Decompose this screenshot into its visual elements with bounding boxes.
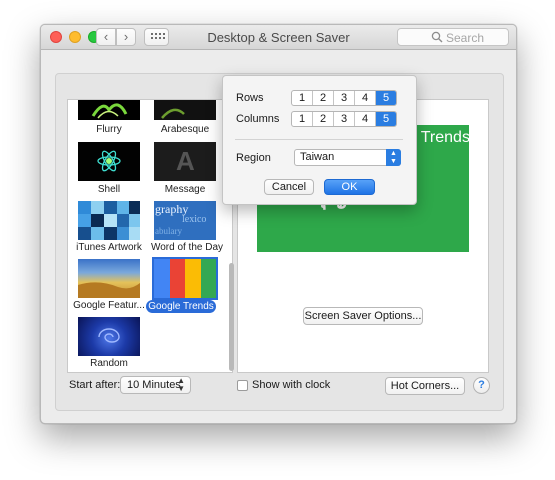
list-item-arabesque[interactable]: Arabesque	[144, 124, 226, 135]
rows-segmented-control[interactable]: 1 2 3 4 5	[291, 90, 397, 106]
list-item-word-of-the-day[interactable]: Word of the Day	[144, 242, 230, 253]
start-after-value: 10 Minutes	[127, 379, 181, 391]
rows-label: Rows	[236, 92, 264, 104]
updown-arrows-icon: ▲ ▼	[177, 376, 185, 393]
columns-option-2[interactable]: 2	[313, 112, 334, 126]
rows-option-5[interactable]: 5	[376, 91, 396, 105]
flurry-thumbnail[interactable]	[78, 100, 140, 120]
show-with-clock-label[interactable]: Show with clock	[252, 379, 330, 391]
word-thumb-line2: lexico	[182, 214, 207, 225]
rows-option-4[interactable]: 4	[355, 91, 376, 105]
shell-thumbnail[interactable]	[78, 142, 140, 181]
list-item-google-featured[interactable]: Google Featur...	[68, 300, 150, 311]
popover-divider	[235, 139, 403, 140]
screensaver-list[interactable]: Flurry Arabesque Shell A Message iTunes …	[67, 99, 233, 373]
screen-saver-options-button[interactable]: Screen Saver Options...	[303, 307, 423, 325]
list-item-google-trends[interactable]: Google Trends	[146, 300, 216, 313]
title-bar: ‹ › Desktop & Screen Saver Search	[41, 25, 516, 50]
columns-segmented-control[interactable]: 1 2 3 4 5	[291, 111, 397, 127]
list-scroll-thumb[interactable]	[229, 263, 234, 371]
options-popover: Rows 1 2 3 4 5 Columns 1 2 3 4 5 Region …	[222, 75, 417, 205]
list-item-message[interactable]: Message	[144, 184, 226, 195]
arabesque-thumbnail[interactable]	[154, 100, 216, 120]
show-with-clock-checkbox[interactable]	[237, 380, 248, 391]
search-field[interactable]: Search	[397, 28, 509, 46]
list-item-random[interactable]: Random	[68, 358, 150, 369]
ok-button[interactable]: OK	[324, 179, 375, 195]
itunes-artwork-thumbnail[interactable]	[78, 201, 140, 240]
google-featured-thumbnail[interactable]	[78, 259, 140, 298]
word-thumb-line3: abulary	[155, 226, 182, 236]
google-trends-thumbnail[interactable]	[152, 257, 218, 300]
list-item-itunes-artwork[interactable]: iTunes Artwork	[68, 242, 154, 253]
updown-arrows-icon: ▲ ▼	[386, 149, 401, 166]
message-thumbnail[interactable]: A	[154, 142, 216, 181]
help-button[interactable]: ?	[473, 377, 490, 394]
region-value: Taiwan	[300, 151, 335, 163]
rows-option-1[interactable]: 1	[292, 91, 313, 105]
start-after-label: Start after:	[69, 379, 121, 391]
hot-corners-button[interactable]: Hot Corners...	[385, 377, 465, 395]
word-of-the-day-thumbnail[interactable]: graphy lexico abulary	[154, 201, 216, 240]
columns-option-1[interactable]: 1	[292, 112, 313, 126]
random-thumbnail[interactable]	[78, 317, 140, 356]
rows-option-2[interactable]: 2	[313, 91, 334, 105]
columns-label: Columns	[236, 113, 280, 125]
message-thumb-letter: A	[176, 146, 195, 176]
preferences-window: ‹ › Desktop & Screen Saver Search Flurry	[40, 24, 517, 424]
columns-option-5[interactable]: 5	[376, 112, 396, 126]
search-icon	[431, 31, 443, 43]
region-select[interactable]: Taiwan ▲ ▼	[294, 149, 401, 166]
rows-option-3[interactable]: 3	[334, 91, 355, 105]
cancel-button[interactable]: Cancel	[264, 179, 314, 195]
list-item-shell[interactable]: Shell	[68, 184, 150, 195]
columns-option-3[interactable]: 3	[334, 112, 355, 126]
region-label: Region	[236, 152, 271, 164]
start-after-popup[interactable]: 10 Minutes ▲ ▼	[120, 376, 191, 394]
search-placeholder: Search	[446, 31, 485, 45]
list-item-flurry[interactable]: Flurry	[68, 124, 150, 135]
columns-option-4[interactable]: 4	[355, 112, 376, 126]
